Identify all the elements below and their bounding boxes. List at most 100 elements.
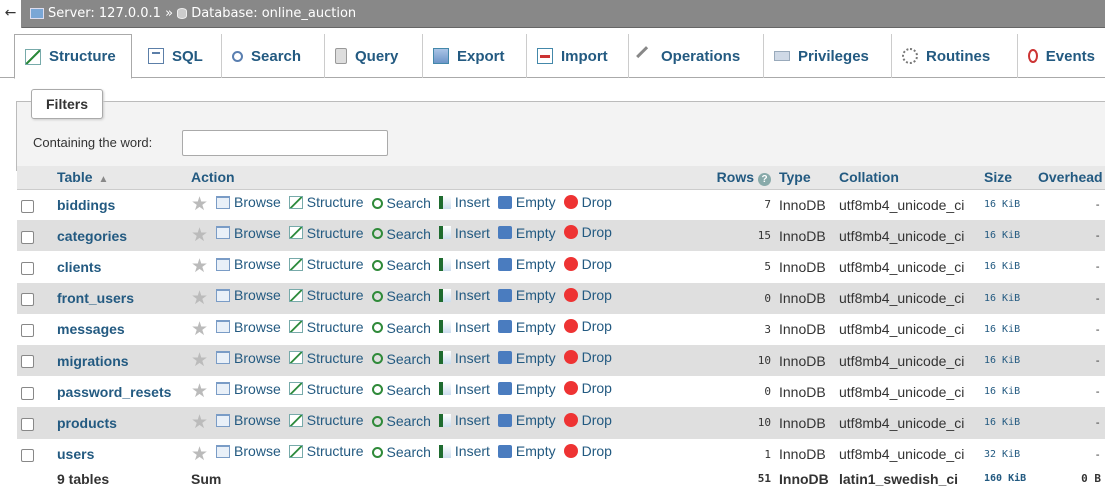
drop-action[interactable]: Drop [563, 443, 612, 459]
tab-query[interactable]: Query [325, 34, 423, 78]
table-name-link[interactable]: front_users [53, 282, 187, 314]
favorite-star-icon[interactable]: ★ [191, 225, 208, 246]
browse-action[interactable]: Browse [216, 225, 281, 241]
browse-action[interactable]: Browse [216, 256, 281, 272]
drop-action[interactable]: Drop [563, 194, 612, 210]
table-col-header[interactable]: Table ▲ [53, 166, 187, 190]
row-checkbox[interactable] [21, 355, 34, 369]
empty-action[interactable]: Empty [497, 412, 556, 428]
table-name-link[interactable]: biddings [53, 189, 187, 221]
table-name-link[interactable]: messages [53, 313, 187, 345]
row-checkbox[interactable] [21, 199, 34, 213]
tab-sql[interactable]: SQL [138, 34, 222, 78]
insert-action[interactable]: Insert [438, 256, 490, 272]
drop-action[interactable]: Drop [563, 412, 612, 428]
drop-action[interactable]: Drop [563, 287, 612, 303]
browse-action[interactable]: Browse [216, 381, 281, 397]
drop-action[interactable]: Drop [563, 256, 612, 272]
empty-action[interactable]: Empty [497, 350, 556, 366]
breadcrumb-server[interactable]: Server: 127.0.0.1 [48, 6, 161, 21]
table-name-link[interactable]: password_resets [53, 376, 187, 408]
drop-action[interactable]: Drop [563, 349, 612, 365]
empty-action[interactable]: Empty [497, 256, 556, 272]
browse-action[interactable]: Browse [216, 350, 281, 366]
favorite-star-icon[interactable]: ★ [191, 350, 208, 371]
collation-col-header[interactable]: Collation [835, 166, 980, 190]
overhead-col-header[interactable]: Overhead [1034, 166, 1105, 190]
search-action[interactable]: Search [371, 288, 431, 304]
table-name-link[interactable]: categories [53, 220, 187, 252]
search-action[interactable]: Search [371, 257, 431, 273]
tab-events[interactable]: Events [1018, 34, 1105, 78]
table-name-link[interactable]: migrations [53, 344, 187, 377]
rows-col-header[interactable]: Rows? [689, 166, 775, 190]
search-action[interactable]: Search [371, 351, 431, 367]
structure-action[interactable]: Structure [288, 381, 364, 397]
favorite-star-icon[interactable]: ★ [191, 288, 208, 309]
row-checkbox[interactable] [21, 417, 34, 431]
structure-action[interactable]: Structure [288, 256, 364, 272]
insert-action[interactable]: Insert [438, 319, 490, 335]
back-arrow-icon[interactable]: ← [0, 0, 22, 28]
structure-action[interactable]: Structure [288, 287, 364, 303]
size-col-header[interactable]: Size [980, 166, 1034, 190]
search-action[interactable]: Search [371, 382, 431, 398]
tab-search[interactable]: Search [222, 34, 325, 78]
empty-action[interactable]: Empty [497, 319, 556, 335]
structure-action[interactable]: Structure [288, 225, 364, 241]
empty-action[interactable]: Empty [497, 225, 556, 241]
search-action[interactable]: Search [371, 195, 431, 211]
browse-action[interactable]: Browse [216, 194, 281, 210]
favorite-star-icon[interactable]: ★ [191, 381, 208, 402]
row-checkbox[interactable] [21, 386, 34, 400]
insert-action[interactable]: Insert [438, 194, 490, 210]
insert-action[interactable]: Insert [438, 443, 490, 459]
browse-action[interactable]: Browse [216, 412, 281, 428]
row-checkbox[interactable] [21, 230, 34, 244]
insert-action[interactable]: Insert [438, 412, 490, 428]
row-checkbox[interactable] [21, 324, 34, 338]
insert-action[interactable]: Insert [438, 350, 490, 366]
tab-routines[interactable]: Routines [892, 34, 1018, 78]
browse-action[interactable]: Browse [216, 443, 281, 459]
favorite-star-icon[interactable]: ★ [191, 319, 208, 340]
tab-export[interactable]: Export [423, 34, 527, 78]
favorite-star-icon[interactable]: ★ [191, 256, 208, 277]
search-action[interactable]: Search [371, 226, 431, 242]
empty-action[interactable]: Empty [497, 194, 556, 210]
structure-action[interactable]: Structure [288, 350, 364, 366]
row-checkbox[interactable] [21, 261, 34, 275]
tab-structure[interactable]: Structure [14, 34, 132, 79]
structure-action[interactable]: Structure [288, 412, 364, 428]
drop-action[interactable]: Drop [563, 318, 612, 334]
type-col-header[interactable]: Type [775, 166, 835, 190]
favorite-star-icon[interactable]: ★ [191, 412, 208, 433]
table-name-link[interactable]: products [53, 407, 187, 439]
insert-action[interactable]: Insert [438, 287, 490, 303]
tab-import[interactable]: Import [527, 34, 629, 78]
drop-action[interactable]: Drop [563, 224, 612, 240]
favorite-star-icon[interactable]: ★ [191, 444, 208, 465]
tab-operations[interactable]: Operations [629, 34, 764, 78]
insert-action[interactable]: Insert [438, 381, 490, 397]
structure-action[interactable]: Structure [288, 194, 364, 210]
search-action[interactable]: Search [371, 413, 431, 429]
empty-action[interactable]: Empty [497, 443, 556, 459]
browse-action[interactable]: Browse [216, 287, 281, 303]
search-action[interactable]: Search [371, 444, 431, 460]
table-name-link[interactable]: clients [53, 251, 187, 283]
breadcrumb-database[interactable]: Database: online_auction [191, 6, 356, 21]
search-action[interactable]: Search [371, 320, 431, 336]
row-checkbox[interactable] [21, 292, 34, 306]
insert-action[interactable]: Insert [438, 225, 490, 241]
structure-action[interactable]: Structure [288, 319, 364, 335]
browse-action[interactable]: Browse [216, 319, 281, 335]
tab-privileges[interactable]: Privileges [764, 34, 892, 78]
help-icon[interactable]: ? [758, 172, 771, 186]
filter-text-input[interactable] [182, 130, 388, 156]
structure-action[interactable]: Structure [288, 443, 364, 459]
empty-action[interactable]: Empty [497, 381, 556, 397]
empty-action[interactable]: Empty [497, 287, 556, 303]
table-name-link[interactable]: users [53, 438, 187, 470]
row-checkbox[interactable] [21, 448, 34, 462]
